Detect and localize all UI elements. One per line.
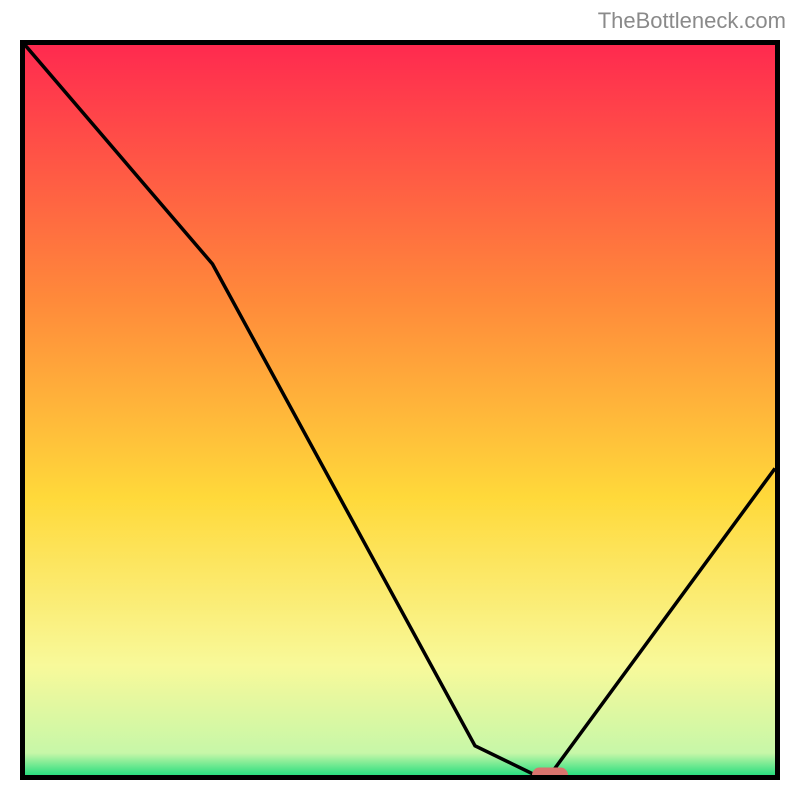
optimum-marker bbox=[532, 768, 568, 776]
chart-container: TheBottleneck.com bbox=[0, 0, 800, 800]
bottleneck-curve bbox=[25, 45, 775, 775]
plot-area bbox=[25, 45, 775, 775]
watermark-text: TheBottleneck.com bbox=[598, 8, 786, 34]
plot-frame bbox=[20, 40, 780, 780]
